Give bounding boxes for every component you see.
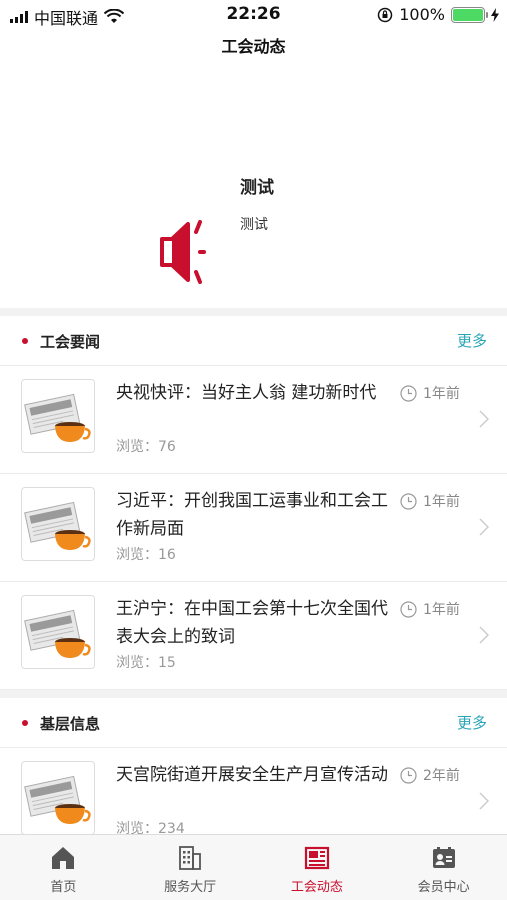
chevron-right-icon (479, 410, 489, 428)
news-title: 习近平：开创我国工运事业和工会工作新局面 (116, 491, 388, 539)
more-link[interactable]: 更多 (457, 712, 487, 733)
tab-service-hall[interactable]: 服务大厅 (127, 835, 254, 900)
clock-icon (400, 766, 417, 784)
news-thumbnail (21, 487, 95, 561)
news-item[interactable]: 王沪宁：在中国工会第十七次全国代表大会上的致词 浏览：15 1年前 (0, 582, 507, 690)
charging-icon (491, 7, 499, 22)
time-label: 1年前 (423, 494, 460, 510)
news-thumbnail (21, 379, 95, 453)
news-time: 1年前 (400, 383, 460, 403)
status-bar: 中国联通 22:26 100% (0, 0, 507, 30)
news-item[interactable]: 天宫院街道开展安全生产月宣传活动 浏览：234 2年前 (0, 748, 507, 834)
newspaper-coffee-icon (24, 609, 91, 658)
news-title: 央视快评：当好主人翁 建功新时代 (116, 383, 377, 403)
section-header: 工会要闻 更多 (0, 316, 507, 366)
tab-bar: 首页 服务大厅 工会动态 会员中心 (0, 834, 507, 900)
tab-label: 首页 (50, 880, 77, 895)
member-card-icon (432, 847, 455, 868)
battery-icon (451, 6, 488, 23)
news-views: 浏览：76 (116, 439, 176, 455)
time-label: 1年前 (423, 602, 460, 618)
time-label: 2年前 (423, 768, 460, 784)
news-time: 2年前 (400, 765, 460, 785)
home-icon (52, 847, 75, 869)
section-title: 基层信息 (40, 715, 101, 733)
battery-percent: 100% (399, 5, 445, 24)
building-icon (179, 846, 202, 870)
notice-banner[interactable]: 测试 测试 (0, 64, 507, 308)
news-views: 浏览：15 (116, 655, 176, 671)
tab-label: 工会动态 (290, 880, 343, 895)
notice-subtitle: 测试 (240, 217, 268, 233)
tab-home[interactable]: 首页 (0, 835, 127, 900)
more-link[interactable]: 更多 (457, 330, 487, 351)
clock-icon (400, 600, 417, 618)
section-grassroots-info: 基层信息 更多 天宫院街道开展安全生产月宣传活动 浏览：234 2年前 (0, 698, 507, 834)
news-thumbnail (21, 761, 95, 834)
tab-label: 服务大厅 (164, 880, 217, 895)
status-right: 100% (377, 5, 499, 24)
section-header: 基层信息 更多 (0, 698, 507, 748)
notice-title: 测试 (240, 178, 274, 198)
news-title: 天宫院街道开展安全生产月宣传活动 (116, 765, 388, 785)
bullet-dot (22, 720, 28, 726)
chevron-right-icon (479, 792, 489, 810)
tab-label: 会员中心 (417, 880, 470, 895)
time-label: 1年前 (423, 386, 460, 402)
news-title: 王沪宁：在中国工会第十七次全国代表大会上的致词 (116, 599, 388, 647)
chevron-right-icon (479, 518, 489, 536)
clock-icon (400, 384, 417, 402)
newspaper-coffee-icon (24, 393, 91, 442)
chevron-right-icon (479, 626, 489, 644)
speaker-icon (160, 220, 206, 284)
news-views: 浏览：16 (116, 547, 176, 563)
orientation-lock-icon (378, 7, 393, 22)
clock-icon (400, 492, 417, 510)
newspaper-coffee-icon (24, 501, 91, 550)
news-time: 1年前 (400, 599, 460, 619)
news-item[interactable]: 习近平：开创我国工运事业和工会工作新局面 浏览：16 1年前 (0, 474, 507, 582)
news-thumbnail (21, 595, 95, 669)
page-title: 工会动态 (221, 37, 286, 56)
nav-bar: 工会动态 (0, 30, 507, 64)
newspaper-icon (304, 846, 329, 870)
tab-member-center[interactable]: 会员中心 (380, 835, 507, 900)
newspaper-coffee-icon (24, 775, 91, 824)
news-item[interactable]: 央视快评：当好主人翁 建功新时代 浏览：76 1年前 (0, 366, 507, 474)
news-time: 1年前 (400, 491, 460, 511)
bullet-dot (22, 338, 28, 344)
tab-union-news[interactable]: 工会动态 (254, 835, 381, 900)
news-views: 浏览：234 (116, 821, 185, 834)
section-union-news: 工会要闻 更多 央视快评：当好主人翁 建功新时代 浏览：76 1年前 习近平：开… (0, 316, 507, 690)
section-title: 工会要闻 (40, 333, 101, 351)
